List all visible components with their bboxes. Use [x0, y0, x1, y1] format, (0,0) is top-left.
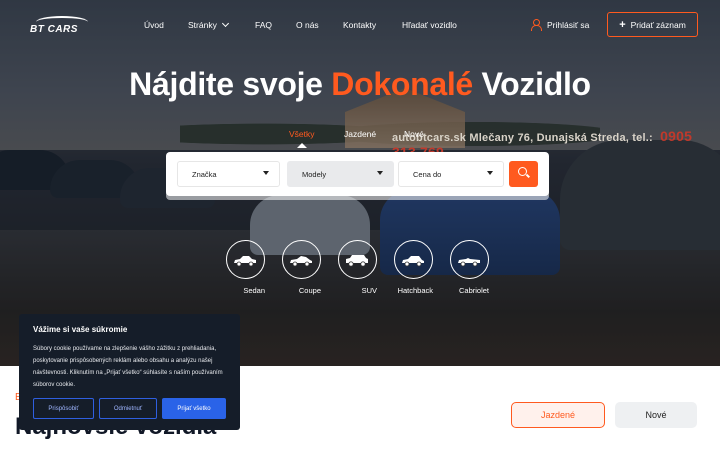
body-type-label: Cabriolet [458, 286, 489, 295]
model-select[interactable]: Modely [287, 161, 394, 187]
search-form: Značka Modely Cena do [166, 152, 549, 196]
filter-new-button[interactable]: Nové [615, 402, 697, 428]
nav-item-hladat-vozidlo[interactable]: Hľadať vozidlo [402, 20, 457, 30]
hero-title-part2: Vozidlo [472, 66, 592, 102]
hero-title: Nájdite svoje Dokonalé Vozidlo [0, 66, 720, 103]
hatchback-icon [402, 255, 424, 266]
nav-item-kontakty[interactable]: Kontakty [343, 20, 376, 30]
body-type-label: Hatchback [397, 286, 433, 295]
body-type-hatchback[interactable]: Hatchback [393, 240, 433, 298]
nav-item-stranky-label: Stránky [188, 20, 217, 30]
logo[interactable]: BT CARS [30, 16, 94, 38]
caret-down-icon [487, 171, 493, 175]
search-button[interactable] [509, 161, 538, 187]
cookie-accept-button[interactable]: Prijať všetko [162, 398, 226, 419]
brand-select[interactable]: Značka [177, 161, 280, 187]
caret-down-icon [263, 171, 269, 175]
brand-select-value: Značka [192, 169, 217, 179]
user-icon [531, 19, 542, 31]
cookie-title: Vážime si vaše súkromie [33, 325, 128, 334]
body-type-label: Sedan [243, 286, 265, 295]
sedan-icon [234, 255, 256, 266]
model-select-value: Modely [302, 169, 327, 179]
body-type-circle [281, 240, 321, 279]
caret-down-icon [377, 171, 383, 175]
body-type-suv[interactable]: SUV [337, 240, 377, 298]
tab-jazdene[interactable]: Jazdené [344, 129, 376, 139]
hero-title-part1: Nájdite svoje [129, 66, 332, 102]
body-type-coupe[interactable]: Coupe [281, 240, 321, 298]
chevron-down-icon [221, 19, 229, 28]
nav-item-uvod[interactable]: Úvod [144, 20, 164, 30]
add-listing-button[interactable]: + Pridať záznam [607, 12, 698, 37]
body-type-cabriolet[interactable]: Cabriolet [449, 240, 489, 298]
price-select[interactable]: Cena do [398, 161, 504, 187]
login-label: Prihlásiť sa [547, 19, 590, 30]
body-type-label: SUV [361, 286, 377, 295]
cookie-text: Súbory cookie používame na zlepšenie váš… [33, 346, 223, 388]
body-type-circle [449, 240, 489, 279]
filter-used-button[interactable]: Jazdené [511, 402, 605, 428]
plus-icon: + [619, 18, 626, 31]
cabriolet-icon [458, 257, 480, 266]
body-type-circle [337, 240, 377, 279]
suv-icon [346, 254, 368, 267]
logo-text: BT CARS [30, 24, 78, 35]
nav-item-o-nas[interactable]: O nás [296, 20, 319, 30]
nav-item-faq[interactable]: FAQ [255, 20, 272, 30]
search-icon [518, 167, 527, 176]
body-type-sedan[interactable]: Sedan [225, 240, 265, 298]
nav-item-stranky[interactable]: Stránky [188, 19, 229, 30]
cookie-reject-button[interactable]: Odmietnuť [99, 398, 157, 419]
hero-title-accent: Dokonalé [331, 66, 473, 102]
body-type-circle [225, 240, 265, 279]
body-type-circle [393, 240, 433, 279]
cookie-customize-button[interactable]: Prispôsobiť [33, 398, 94, 419]
login-link[interactable]: Prihlásiť sa [531, 19, 590, 31]
tab-vsetky[interactable]: Všetky [289, 129, 315, 139]
body-type-label: Coupe [298, 286, 321, 295]
cookie-banner: Vážime si vaše súkromie Súbory cookie po… [19, 314, 240, 430]
price-select-value: Cena do [413, 169, 442, 179]
add-listing-label: Pridať záznam [630, 19, 686, 30]
dealer-sign-text: autobtcars.sk Mlečany 76, Dunajská Stred… [392, 132, 653, 144]
coupe-icon [290, 255, 312, 266]
tab-nove[interactable]: Nové [404, 129, 424, 139]
